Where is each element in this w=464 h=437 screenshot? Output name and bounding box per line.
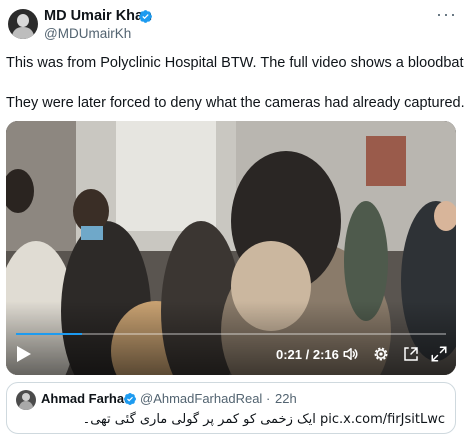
settings-icon[interactable] bbox=[372, 345, 390, 363]
volume-icon[interactable] bbox=[342, 345, 360, 363]
video-progress-bar[interactable] bbox=[16, 333, 446, 335]
video-player[interactable]: 0:21 / 2:16 bbox=[6, 121, 456, 375]
video-frame bbox=[6, 121, 456, 375]
video-progress-fill bbox=[16, 333, 83, 335]
quoted-author-display-name[interactable]: Ahmad Farhad bbox=[41, 391, 132, 406]
avatar-body bbox=[12, 27, 34, 39]
picture-in-picture-icon[interactable] bbox=[402, 345, 420, 363]
tweet-header: MD Umair Khan @MDUmairKh ··· bbox=[0, 0, 464, 46]
quoted-author-handle[interactable]: @AhmadFarhadReal bbox=[140, 391, 262, 406]
verified-badge-icon bbox=[139, 10, 152, 23]
avatar-body bbox=[19, 401, 33, 410]
quoted-tweet-text: pic.x.com/firJsitLwc ایک زخمی کو کمر پر … bbox=[82, 412, 445, 427]
verified-badge-icon bbox=[124, 393, 136, 405]
author-avatar[interactable] bbox=[8, 9, 38, 39]
meta-separator: · bbox=[266, 391, 271, 406]
fullscreen-icon[interactable] bbox=[430, 345, 448, 363]
author-display-name[interactable]: MD Umair Khan bbox=[44, 8, 152, 24]
quoted-author-avatar[interactable] bbox=[16, 390, 36, 410]
play-icon[interactable] bbox=[16, 345, 32, 363]
tweet-text-line-1: This was from Polyclinic Hospital BTW. T… bbox=[6, 55, 464, 71]
video-time-display: 0:21 / 2:16 bbox=[276, 347, 339, 362]
author-handle[interactable]: @MDUmairKh bbox=[44, 26, 131, 41]
tweet-text-line-2: They were later forced to deny what the … bbox=[6, 95, 464, 111]
avatar-head bbox=[17, 14, 29, 27]
more-horizontal-icon[interactable]: ··· bbox=[436, 5, 456, 27]
avatar-head bbox=[22, 393, 30, 401]
quoted-tweet[interactable]: Ahmad Farhad @AhmadFarhadReal · 22h pic.… bbox=[6, 382, 456, 434]
quoted-timestamp[interactable]: 22h bbox=[275, 391, 297, 406]
